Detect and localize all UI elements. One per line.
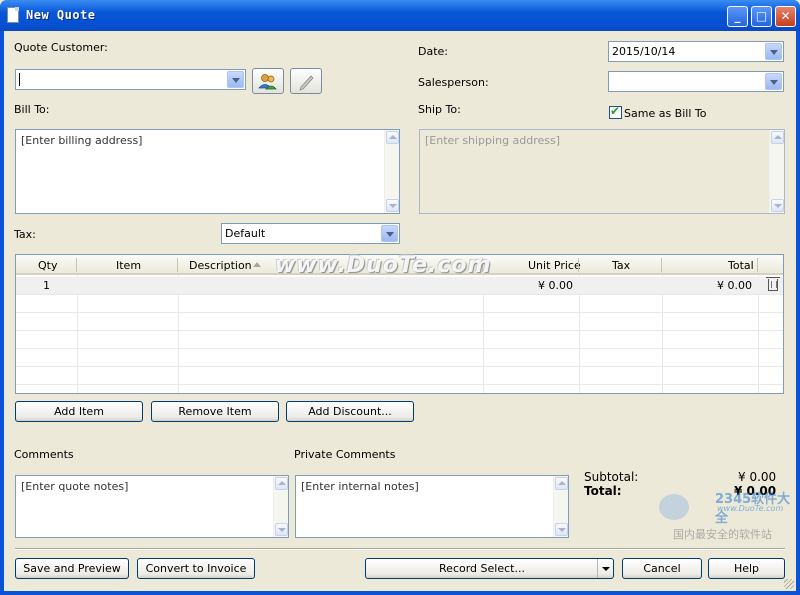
private-comments-scrollbar[interactable] — [553, 476, 568, 537]
text-caret — [19, 73, 20, 86]
quote-customer-combo[interactable] — [15, 69, 246, 90]
maximize-button[interactable]: □ — [751, 6, 772, 27]
help-button[interactable]: Help — [708, 558, 785, 579]
subtotal-value: ¥ 0.00 — [738, 470, 777, 484]
watermark-tagline: 国内最安全的软件站 — [673, 528, 772, 541]
date-value: 2015/10/14 — [612, 45, 676, 58]
row-total[interactable]: ¥ 0.00 — [717, 279, 752, 292]
table-row-empty[interactable] — [16, 313, 783, 331]
save-and-preview-button[interactable]: Save and Preview — [15, 558, 129, 579]
tax-label: Tax: — [14, 228, 36, 241]
tax-value: Default — [225, 227, 266, 240]
sort-ascending-icon — [253, 262, 261, 267]
date-label: Date: — [418, 45, 448, 58]
salesperson-combo[interactable] — [608, 71, 784, 92]
scroll-up-icon[interactable] — [386, 131, 399, 144]
edit-icon — [299, 75, 314, 91]
billing-address-placeholder: [Enter billing address] — [21, 134, 143, 147]
date-picker[interactable]: 2015/10/14 — [608, 41, 784, 62]
shipping-scrollbar[interactable] — [769, 130, 784, 213]
table-row-empty[interactable] — [16, 349, 783, 367]
shipping-address-placeholder: [Enter shipping address] — [425, 134, 561, 147]
document-icon — [7, 7, 19, 23]
scroll-up-icon[interactable] — [555, 477, 568, 490]
column-header-qty[interactable]: Qty — [38, 259, 57, 272]
record-select-label: Record Select... — [439, 562, 525, 575]
convert-to-invoice-button[interactable]: Convert to Invoice — [137, 558, 255, 579]
remove-item-button[interactable]: Remove Item — [151, 401, 279, 422]
row-qty[interactable]: 1 — [43, 279, 50, 292]
total-label: Total: — [584, 484, 622, 498]
bill-to-label: Bill To: — [14, 103, 50, 116]
add-item-button[interactable]: Add Item — [15, 401, 143, 422]
chevron-down-icon[interactable] — [381, 225, 398, 242]
private-comments-placeholder: [Enter internal notes] — [301, 480, 419, 493]
mascot-icon — [659, 494, 689, 520]
table-row-empty[interactable] — [16, 295, 783, 313]
scroll-down-icon[interactable] — [771, 199, 784, 212]
table-row-empty[interactable] — [16, 367, 783, 385]
close-button[interactable]: ✕ — [775, 6, 796, 27]
watermark-site: www.DuoTe.com — [717, 504, 784, 513]
comments-scrollbar[interactable] — [273, 476, 288, 537]
minimize-button[interactable]: _ — [727, 6, 748, 27]
column-header-unit-price[interactable]: Unit Price — [528, 259, 581, 272]
chevron-down-icon[interactable] — [597, 559, 613, 578]
billing-scrollbar[interactable] — [384, 130, 399, 213]
quote-customer-label: Quote Customer: — [14, 41, 108, 54]
same-as-bill-label[interactable]: Same as Bill To — [624, 107, 706, 120]
scroll-down-icon[interactable] — [275, 523, 288, 536]
table-row-empty[interactable] — [16, 331, 783, 349]
row-unit-price[interactable]: ¥ 0.00 — [538, 279, 573, 292]
add-discount-button[interactable]: Add Discount... — [286, 401, 414, 422]
scroll-down-icon[interactable] — [386, 199, 399, 212]
scroll-down-icon[interactable] — [555, 523, 568, 536]
column-header-description[interactable]: Description — [189, 259, 252, 272]
table-row[interactable]: 1 ¥ 0.00 ¥ 0.00 — [16, 277, 783, 295]
shipping-address-field[interactable]: [Enter shipping address] — [419, 129, 785, 214]
trash-icon[interactable] — [766, 277, 780, 291]
ship-to-label: Ship To: — [418, 103, 461, 116]
tax-combo[interactable]: Default — [221, 223, 400, 244]
footer-divider — [15, 548, 785, 550]
private-comments-label: Private Comments — [294, 448, 396, 461]
salesperson-label: Salesperson: — [418, 76, 489, 89]
column-header-item[interactable]: Item — [116, 259, 141, 272]
cancel-button[interactable]: Cancel — [622, 558, 702, 579]
contacts-icon — [258, 74, 277, 90]
comments-label: Comments — [14, 448, 74, 461]
subtotal-label: Subtotal: — [584, 470, 639, 484]
watermark-text: www.DuoTe.com — [275, 253, 492, 278]
resize-grip[interactable] — [784, 579, 794, 589]
chevron-down-icon[interactable] — [227, 71, 244, 88]
chevron-down-icon[interactable] — [765, 73, 782, 90]
quote-window: New Quote _ □ ✕ Quote Customer: Date: 20… — [0, 0, 800, 595]
record-select-button[interactable]: Record Select... — [365, 558, 614, 579]
billing-address-field[interactable]: [Enter billing address] — [15, 129, 400, 214]
window-title: New Quote — [26, 8, 96, 22]
column-header-total[interactable]: Total — [728, 259, 754, 272]
same-as-bill-checkbox[interactable] — [609, 104, 622, 119]
scroll-up-icon[interactable] — [771, 131, 784, 144]
private-comments-field[interactable]: [Enter internal notes] — [295, 475, 569, 538]
chevron-down-icon[interactable] — [765, 43, 782, 60]
title-bar[interactable]: New Quote _ □ ✕ — [0, 0, 800, 31]
column-header-tax[interactable]: Tax — [612, 259, 630, 272]
select-contact-button[interactable] — [252, 68, 284, 94]
edit-customer-button[interactable] — [290, 68, 322, 94]
comments-field[interactable]: [Enter quote notes] — [15, 475, 289, 538]
comments-placeholder: [Enter quote notes] — [21, 480, 129, 493]
corner-watermark: 2345软件大全 www.DuoTe.com 国内最安全的软件站 — [655, 488, 795, 548]
scroll-up-icon[interactable] — [275, 477, 288, 490]
